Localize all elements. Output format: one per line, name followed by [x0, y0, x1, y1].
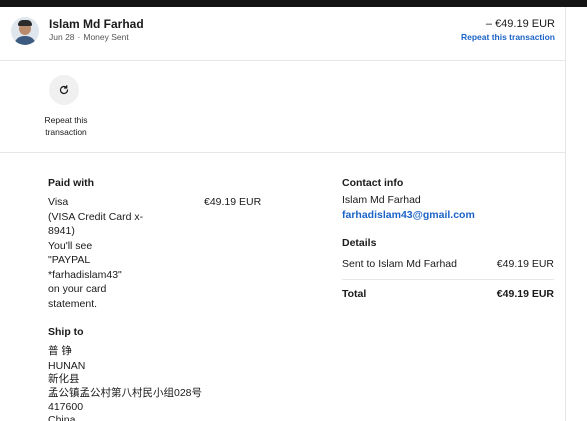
- panel-border: [565, 7, 566, 421]
- repeat-transaction-label[interactable]: Repeat this transaction: [38, 114, 94, 138]
- contact-name: Islam Md Farhad: [342, 194, 421, 206]
- paid-with-line: 8941): [48, 225, 75, 237]
- paid-with-line: (VISA Credit Card x-: [48, 210, 144, 223]
- sent-amount: €49.19 EUR: [496, 258, 554, 270]
- sent-to-label: Sent to Islam Md Farhad: [342, 258, 457, 270]
- paid-with-line: Visa: [48, 196, 69, 208]
- repeat-transaction-button[interactable]: [49, 75, 79, 105]
- refresh-icon: [59, 85, 69, 95]
- ship-to-line: China: [48, 414, 76, 421]
- repeat-transaction-link[interactable]: Repeat this transaction: [461, 32, 555, 42]
- ship-to-line: 孟公镇孟公村第八村民小组028号: [48, 387, 203, 399]
- avatar: [11, 17, 39, 45]
- paid-with-line: statement.: [48, 297, 98, 310]
- paid-with-line: *farhadislam43": [48, 268, 122, 281]
- top-bar: [0, 0, 587, 7]
- contact-info-title: Contact info: [342, 177, 404, 189]
- transaction-header: Islam Md Farhad Jun 28 · Money Sent – €49.…: [0, 7, 565, 61]
- contact-email-link[interactable]: farhadislam43@gmail.com: [342, 209, 475, 221]
- transaction-type: Money Sent: [83, 32, 129, 42]
- ship-to-line: 新化县: [48, 373, 80, 385]
- action-area: Repeat this transaction: [0, 62, 565, 153]
- total-label: Total: [342, 288, 367, 300]
- paid-with-line: on your card: [48, 283, 107, 295]
- transaction-date: Jun 28: [49, 32, 75, 42]
- transaction-amount: – €49.19 EUR: [485, 18, 555, 30]
- separator-dot: ·: [77, 32, 81, 42]
- recipient-name: Islam Md Farhad: [49, 17, 144, 31]
- transaction-subline: Jun 28 · Money Sent: [49, 32, 129, 42]
- paid-with-title: Paid with: [48, 177, 95, 189]
- ship-to-line: 普 铮: [48, 345, 72, 357]
- total-amount: €49.19 EUR: [496, 288, 554, 300]
- paid-with-line: You'll see: [48, 239, 93, 252]
- details-divider: [342, 279, 554, 280]
- details-title: Details: [342, 237, 377, 249]
- ship-to-title: Ship to: [48, 326, 84, 338]
- paid-amount: €49.19 EUR: [204, 196, 262, 208]
- paid-with-line: "PAYPAL: [48, 254, 91, 266]
